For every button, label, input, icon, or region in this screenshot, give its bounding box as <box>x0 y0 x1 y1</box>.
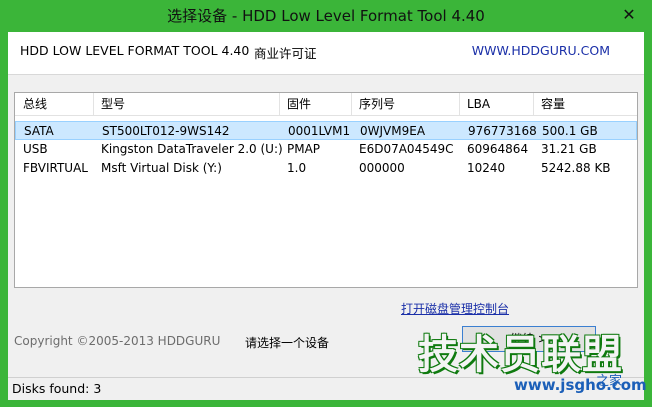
app-window: 选择设备 - HDD Low Level Format Tool 4.40 ✕ … <box>0 0 652 407</box>
cell-model: ST500LT012-9WS142 <box>102 124 230 138</box>
cell-bus: USB <box>23 142 48 156</box>
cell-model: Kingston DataTraveler 2.0 (U:) <box>101 142 283 156</box>
window-title: 选择设备 - HDD Low Level Format Tool 4.40 <box>167 7 485 25</box>
column-header-lba[interactable]: LBA <box>467 93 490 115</box>
cell-firmware: PMAP <box>287 142 321 156</box>
website-link[interactable]: WWW.HDDGURU.COM <box>472 43 610 58</box>
cell-capacity: 500.1 GB <box>542 124 598 138</box>
cell-serial: 000000 <box>359 161 405 175</box>
disks-found-count: Disks found: 3 <box>12 381 102 396</box>
cell-serial: 0WJVM9EA <box>360 124 426 138</box>
table-row[interactable]: USB Kingston DataTraveler 2.0 (U:) PMAP … <box>15 140 637 159</box>
cell-bus: SATA <box>24 124 54 138</box>
table-row[interactable]: SATA ST500LT012-9WS142 0001LVM1 0WJVM9EA… <box>15 121 637 140</box>
select-device-hint: 请选择一个设备 <box>245 336 330 350</box>
cell-lba: 10240 <box>467 161 506 175</box>
column-divider[interactable] <box>351 93 352 115</box>
table-row[interactable]: FBVIRTUAL Msft Virtual Disk (Y:) 1.0 000… <box>15 159 637 178</box>
cell-capacity: 5242.88 KB <box>541 161 611 175</box>
program-name: HDD LOW LEVEL FORMAT TOOL 4.40 <box>20 43 250 58</box>
column-divider[interactable] <box>93 93 94 115</box>
column-divider[interactable] <box>459 93 460 115</box>
column-header-bus[interactable]: 总线 <box>23 93 47 115</box>
cell-lba: 60964864 <box>467 142 529 156</box>
dialog-client-area: HDD LOW LEVEL FORMAT TOOL 4.40 商业许可证 WWW… <box>8 32 644 400</box>
column-header-model[interactable]: 型号 <box>101 93 125 115</box>
cell-serial: E6D07A04549C <box>359 142 454 156</box>
column-divider[interactable] <box>533 93 534 115</box>
column-header-capacity[interactable]: 容量 <box>541 93 565 115</box>
close-icon[interactable]: ✕ <box>614 4 644 26</box>
header-band: HDD LOW LEVEL FORMAT TOOL 4.40 商业许可证 WWW… <box>8 32 644 75</box>
column-divider[interactable] <box>279 93 280 115</box>
license-label: 商业许可证 <box>254 46 317 61</box>
status-bar: Disks found: 3 <box>8 377 644 400</box>
copyright-text: Copyright ©2005-2013 HDDGURU <box>14 334 221 348</box>
cell-capacity: 31.21 GB <box>541 142 597 156</box>
list-header: 总线 型号 固件 序列号 LBA 容量 <box>15 93 637 116</box>
column-header-serial[interactable]: 序列号 <box>359 93 395 115</box>
cell-firmware: 0001LVM1 <box>288 124 351 138</box>
disk-management-link[interactable]: 打开磁盘管理控制台 <box>401 300 509 317</box>
cell-lba: 976773168 <box>468 124 537 138</box>
continue-button[interactable]: 继续 > <box>462 326 596 352</box>
device-list[interactable]: 总线 型号 固件 序列号 LBA 容量 SATA ST500LT012-9WS1… <box>14 92 638 288</box>
cell-bus: FBVIRTUAL <box>23 161 88 175</box>
cell-model: Msft Virtual Disk (Y:) <box>101 161 222 175</box>
cell-firmware: 1.0 <box>287 161 307 175</box>
column-header-firmware[interactable]: 固件 <box>287 93 311 115</box>
